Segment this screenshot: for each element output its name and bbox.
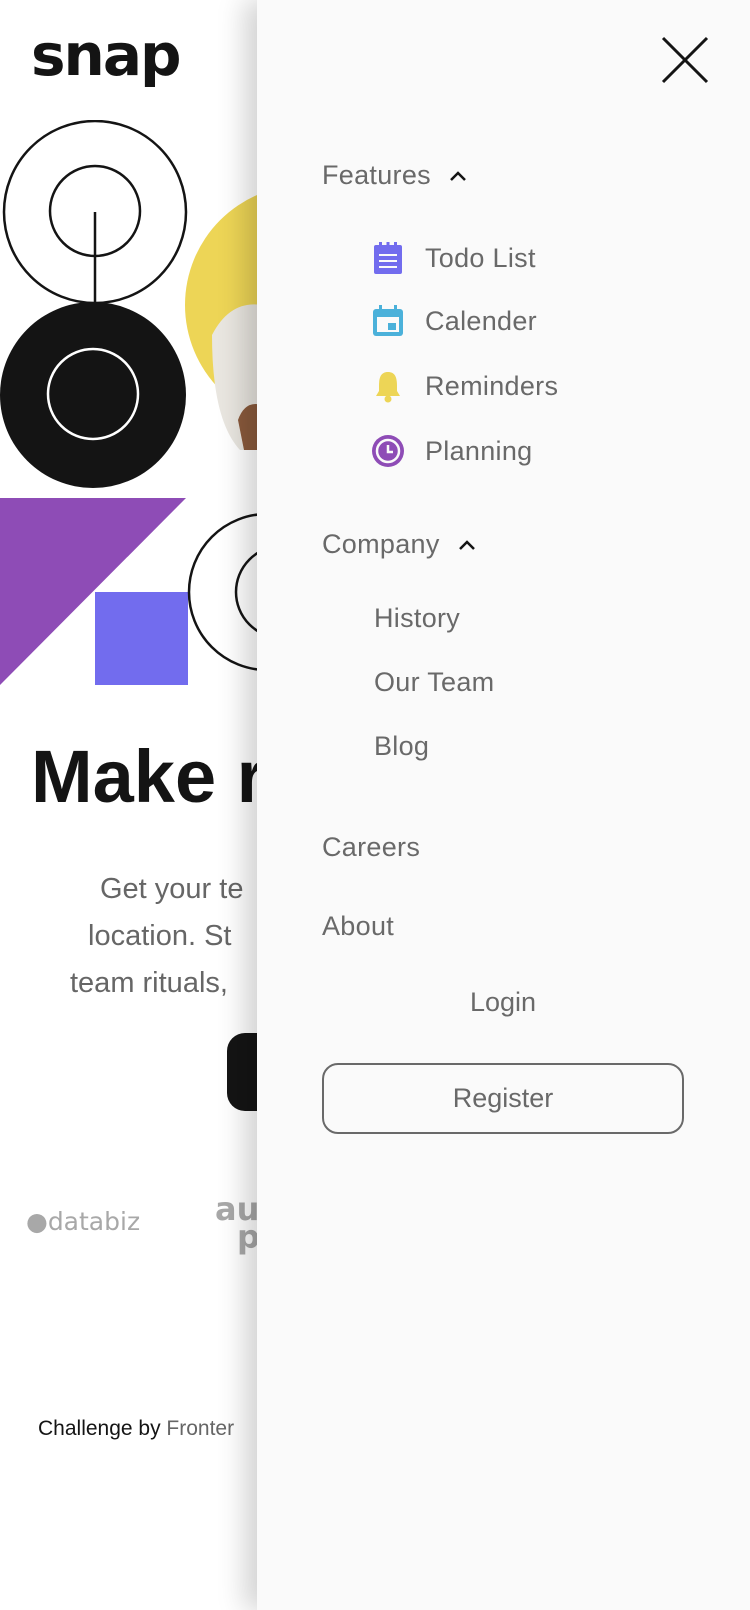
client-logo-audiophile: au p bbox=[215, 1193, 260, 1253]
menu-item-about[interactable]: About bbox=[322, 911, 394, 942]
menu-item-our-team[interactable]: Our Team bbox=[374, 667, 494, 698]
register-button[interactable]: Register bbox=[322, 1063, 684, 1134]
calendar-icon bbox=[371, 304, 405, 338]
client-logo-databiz: ●databiz bbox=[26, 1207, 141, 1236]
menu-features-label: Features bbox=[322, 160, 431, 190]
menu-company-label: Company bbox=[322, 529, 440, 559]
attribution-prefix: Challenge by bbox=[38, 1417, 167, 1440]
menu-item-blog[interactable]: Blog bbox=[374, 731, 429, 762]
snap-logo[interactable]: snap bbox=[31, 26, 181, 84]
attribution-link[interactable]: Fronter bbox=[166, 1417, 234, 1440]
menu-item-label: Reminders bbox=[425, 370, 559, 401]
lower-ring-shape bbox=[187, 513, 260, 671]
close-icon[interactable] bbox=[661, 36, 709, 84]
menu-item-calender[interactable]: Calender bbox=[371, 304, 537, 338]
clock-icon bbox=[371, 434, 405, 468]
todo-icon bbox=[371, 241, 405, 275]
menu-features-toggle[interactable]: Features bbox=[322, 160, 467, 191]
hero-description: Get your te location. St team rituals, bbox=[0, 866, 260, 1007]
blue-square-shape bbox=[95, 592, 188, 685]
menu-item-label: Todo List bbox=[425, 242, 536, 273]
menu-item-todo-list[interactable]: Todo List bbox=[371, 241, 536, 275]
mobile-menu-drawer: Features Todo List Calender Reminders Pl… bbox=[257, 0, 750, 1610]
menu-item-history[interactable]: History bbox=[374, 603, 460, 634]
hero-headline: Make r bbox=[31, 735, 266, 818]
menu-company-toggle[interactable]: Company bbox=[322, 529, 476, 560]
chevron-up-icon bbox=[458, 539, 475, 550]
black-circle-shape bbox=[0, 302, 186, 488]
menu-item-label: Planning bbox=[425, 435, 533, 466]
bell-icon bbox=[371, 369, 405, 403]
chevron-up-icon bbox=[450, 170, 466, 181]
hero-illustration bbox=[0, 120, 260, 685]
menu-item-reminders[interactable]: Reminders bbox=[371, 369, 558, 403]
menu-item-careers[interactable]: Careers bbox=[322, 832, 420, 863]
login-button[interactable]: Login bbox=[322, 987, 684, 1018]
footer-attribution: Challenge by Fronter bbox=[38, 1417, 234, 1441]
menu-item-planning[interactable]: Planning bbox=[371, 434, 533, 468]
menu-item-label: Calender bbox=[425, 305, 537, 336]
